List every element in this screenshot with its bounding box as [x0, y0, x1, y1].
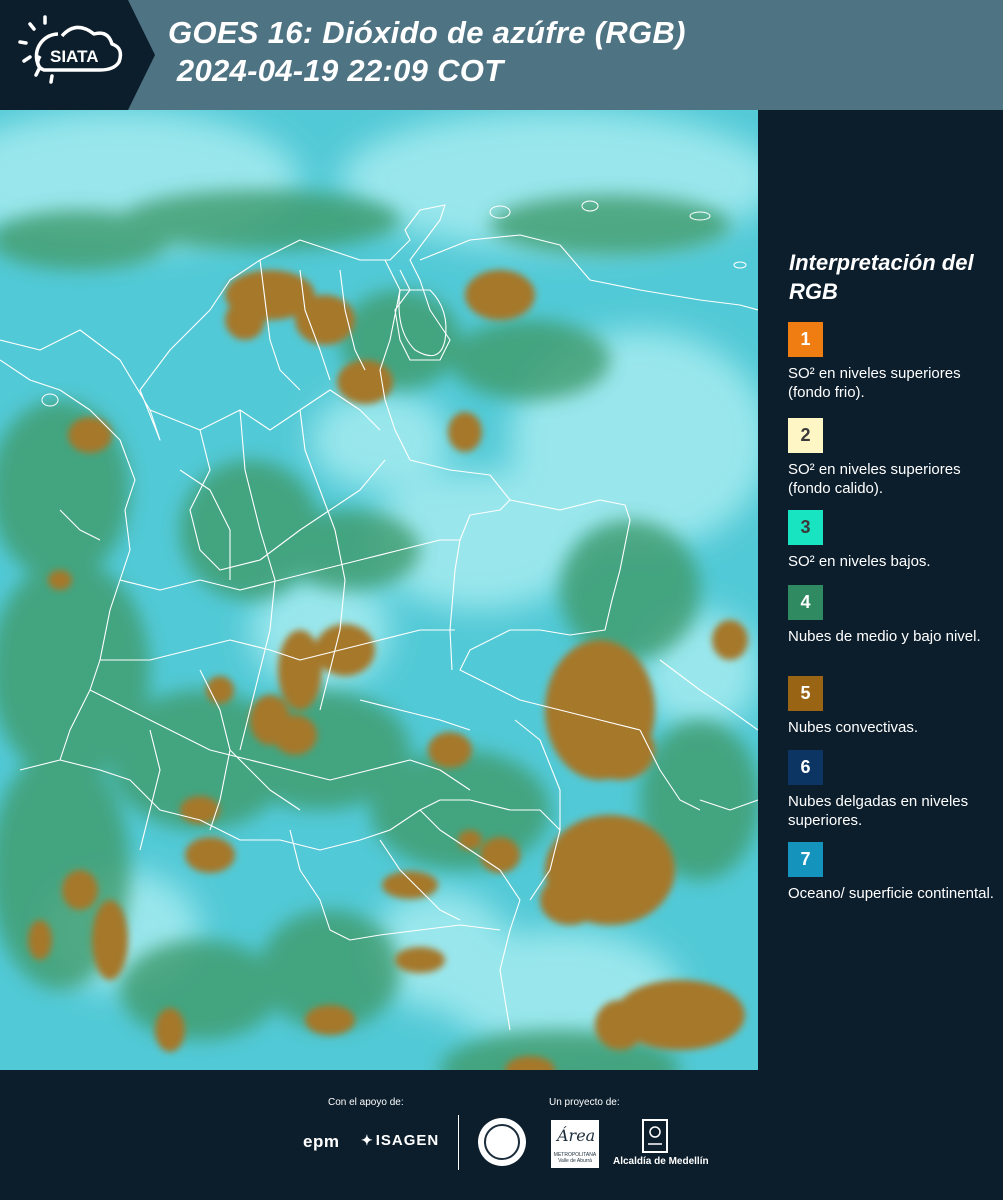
- isagen-star-icon: ✦: [361, 1132, 374, 1148]
- legend-item-7: 7 Oceano/ superficie continental.: [788, 842, 998, 903]
- legend-swatch-1: 1: [788, 322, 823, 357]
- legend-item-6: 6 Nubes delgadas en niveles superiores.: [788, 750, 998, 830]
- legend-swatch-2: 2: [788, 418, 823, 453]
- title-line-product: GOES 16: Dióxido de azúfre (RGB): [168, 15, 686, 50]
- legend-text-1: SO² en niveles superiores (fondo frio).: [788, 365, 961, 401]
- legend-item-3: 3 SO² en niveles bajos.: [788, 510, 998, 571]
- legend-swatch-7: 7: [788, 842, 823, 877]
- legend-item-5: 5 Nubes convectivas.: [788, 676, 998, 737]
- header-bar: SIATA GOES 16: Dióxido de azúfre (RGB) 2…: [0, 0, 1003, 110]
- legend-panel: Interpretación del RGB 1 SO² en niveles …: [758, 110, 1003, 1070]
- legend-swatch-5: 5: [788, 676, 823, 711]
- area-logo-sub: METROPOLITANA Valle de Aburrá: [553, 1152, 597, 1164]
- area-metropolitana-logo: Área METROPOLITANA Valle de Aburrá: [551, 1120, 599, 1168]
- legend-swatch-4: 4: [788, 585, 823, 620]
- legend-title: Interpretación del RGB: [789, 250, 974, 304]
- legend-swatch-6: 6: [788, 750, 823, 785]
- legend-swatch-3: 3: [788, 510, 823, 545]
- siata-logo: SIATA: [0, 0, 155, 110]
- footer-divider: [458, 1115, 459, 1170]
- isagen-text: ISAGEN: [375, 1132, 440, 1149]
- area-logo-script: Área: [557, 1126, 596, 1145]
- project-label: Un proyecto de:: [549, 1097, 620, 1108]
- legend-text-7: Oceano/ superficie continental.: [788, 885, 994, 902]
- alcaldia-label: Alcaldía de Medellín: [613, 1156, 709, 1167]
- legend-text-3: SO² en niveles bajos.: [788, 553, 931, 570]
- footer-sponsors: Con el apoyo de: Un proyecto de: epm ✦ IS…: [0, 1070, 1003, 1200]
- legend-item-2: 2 SO² en niveles superiores (fondo calid…: [788, 418, 998, 498]
- medellin-seal-logo: [478, 1118, 526, 1166]
- legend-text-2: SO² en niveles superiores (fondo calido)…: [788, 461, 961, 497]
- isagen-logo: ✦ ISAGEN: [361, 1132, 439, 1149]
- legend-text-6: Nubes delgadas en niveles superiores.: [788, 793, 969, 829]
- legend-item-4: 4 Nubes de medio y bajo nivel.: [788, 585, 998, 646]
- legend-text-4: Nubes de medio y bajo nivel.: [788, 628, 981, 645]
- alcaldia-shield-icon: [642, 1119, 668, 1153]
- legend-text-5: Nubes convectivas.: [788, 719, 919, 736]
- siata-logo-text: SIATA: [50, 47, 98, 66]
- title-line-datetime: 2024-04-19 22:09 COT: [168, 53, 504, 88]
- epm-logo: epm: [303, 1132, 340, 1151]
- seal-ring-icon: [484, 1124, 520, 1160]
- satellite-map[interactable]: [0, 110, 758, 1070]
- legend-item-1: 1 SO² en niveles superiores (fondo frio)…: [788, 322, 998, 402]
- support-label: Con el apoyo de:: [328, 1097, 404, 1108]
- page-title: GOES 16: Dióxido de azúfre (RGB) 2024-04…: [168, 14, 686, 90]
